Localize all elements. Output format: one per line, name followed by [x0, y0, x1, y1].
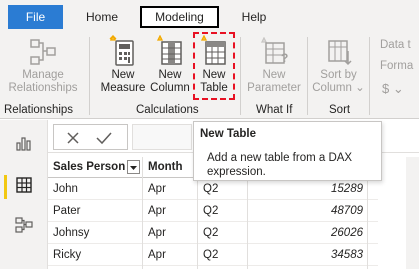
manage-relationships-button[interactable]: Manage Relationships — [3, 37, 83, 95]
table-grid-icon — [16, 177, 32, 193]
tab-help[interactable]: Help — [240, 6, 268, 28]
new-parameter-label-1: New — [262, 69, 286, 81]
table-row[interactable]: Ricky Apr Q2 34583 — [48, 244, 378, 266]
table-cell: Apr — [143, 178, 198, 200]
table-row[interactable]: Johnsy Apr Q2 26026 — [48, 222, 378, 244]
new-parameter-button[interactable]: ? New Parameter — [244, 37, 304, 95]
sort-icon — [327, 40, 352, 66]
new-table-tooltip: New Table Add a new table from a DAX exp… — [193, 121, 382, 181]
new-table-button[interactable]: New Table — [195, 35, 233, 95]
new-column-label-2: Column — [150, 82, 190, 94]
new-measure-button[interactable]: New Measure — [98, 35, 148, 95]
table-cell: Q2 — [198, 222, 248, 244]
currency-format-button[interactable]: $ ⌄ — [382, 81, 404, 97]
sort-by-column-label-2-text: Column — [312, 82, 352, 94]
ribbon-separator — [369, 37, 370, 115]
table-cell: Ricky — [48, 244, 143, 266]
ribbon-separator — [240, 37, 241, 115]
column-header-sales-person[interactable]: Sales Person — [48, 157, 143, 178]
column-header-label: Sales Person — [53, 161, 126, 173]
new-table-label-1: New — [202, 69, 226, 81]
svg-text:?: ? — [281, 51, 288, 65]
relationships-icon — [30, 39, 56, 65]
column-filter-button[interactable] — [127, 160, 140, 174]
new-column-button[interactable]: New Column — [149, 35, 191, 95]
relationships-group-label: Relationships — [4, 104, 74, 116]
formula-input[interactable] — [132, 124, 192, 150]
table-cell: Apr — [143, 222, 198, 244]
table-cell: Johnsy — [48, 222, 143, 244]
sort-group-label: Sort — [329, 104, 351, 116]
new-table-icon — [200, 35, 226, 65]
ribbon-separator — [89, 37, 90, 115]
calculator-icon — [109, 35, 134, 66]
table-cell: John — [48, 178, 143, 200]
tooltip-description: Add a new table from a DAX expression. — [207, 152, 353, 178]
ribbon-tab-bar: File Home Modeling Help — [0, 0, 419, 31]
column-header-month[interactable]: Month — [143, 157, 198, 178]
new-column-icon — [156, 35, 182, 65]
report-view-button[interactable] — [8, 130, 40, 158]
sort-by-column-label-2: Column ⌄ — [312, 82, 365, 94]
chevron-down-icon — [130, 166, 137, 170]
table-cell: Q2 — [198, 178, 248, 200]
commit-check-icon[interactable] — [96, 131, 112, 145]
ribbon-separator — [307, 37, 308, 115]
table-cell: Apr — [143, 200, 198, 222]
table-cell: Apr — [143, 244, 198, 266]
table-row[interactable]: John Apr Q2 15289 — [48, 178, 378, 200]
new-parameter-label-2: Parameter — [247, 82, 301, 94]
sort-by-column-label-1: Sort by — [320, 69, 357, 81]
tab-home[interactable]: Home — [85, 6, 119, 28]
table-cell: Q2 — [198, 244, 248, 266]
new-measure-label-2: Measure — [100, 82, 146, 94]
ribbon: Manage Relationships Relationships New M… — [0, 31, 419, 119]
new-table-label-2: Table — [200, 82, 228, 94]
formula-commit-controls — [53, 124, 128, 150]
manage-relationships-label-2: Relationships — [8, 82, 78, 94]
model-icon — [15, 217, 33, 233]
currency-symbol: $ — [382, 81, 390, 96]
new-column-label-1: New — [158, 69, 182, 81]
tab-file[interactable]: File — [8, 5, 63, 29]
model-view-button[interactable] — [8, 212, 40, 240]
tooltip-title: New Table — [200, 128, 257, 140]
format-label[interactable]: Forma — [380, 60, 413, 72]
column-header-label: Month — [148, 161, 183, 173]
bar-chart-icon — [16, 137, 31, 151]
active-view-indicator — [4, 175, 7, 199]
new-measure-label-1: New — [111, 69, 135, 81]
table-cell: 26026 — [248, 222, 368, 244]
vertical-scrollbar[interactable] — [406, 157, 419, 269]
manage-relationships-label-1: Manage — [22, 69, 64, 81]
view-switcher — [0, 120, 48, 269]
table-cell: 15289 — [248, 178, 368, 200]
parameter-icon: ? — [260, 37, 288, 65]
calculations-group-label: Calculations — [136, 104, 199, 116]
sort-by-column-button[interactable]: Sort by Column ⌄ — [311, 37, 366, 95]
table-cell: Q2 — [198, 200, 248, 222]
whatif-group-label: What If — [256, 104, 293, 116]
table-cell: 34583 — [248, 244, 368, 266]
data-view-button[interactable] — [8, 172, 40, 200]
tab-modeling[interactable]: Modeling — [140, 6, 219, 28]
cancel-icon[interactable] — [66, 131, 80, 145]
table-cell: 48709 — [248, 200, 368, 222]
table-row[interactable]: Pater Apr Q2 48709 — [48, 200, 378, 222]
table-cell: Pater — [48, 200, 143, 222]
data-type-label[interactable]: Data t — [380, 39, 411, 51]
